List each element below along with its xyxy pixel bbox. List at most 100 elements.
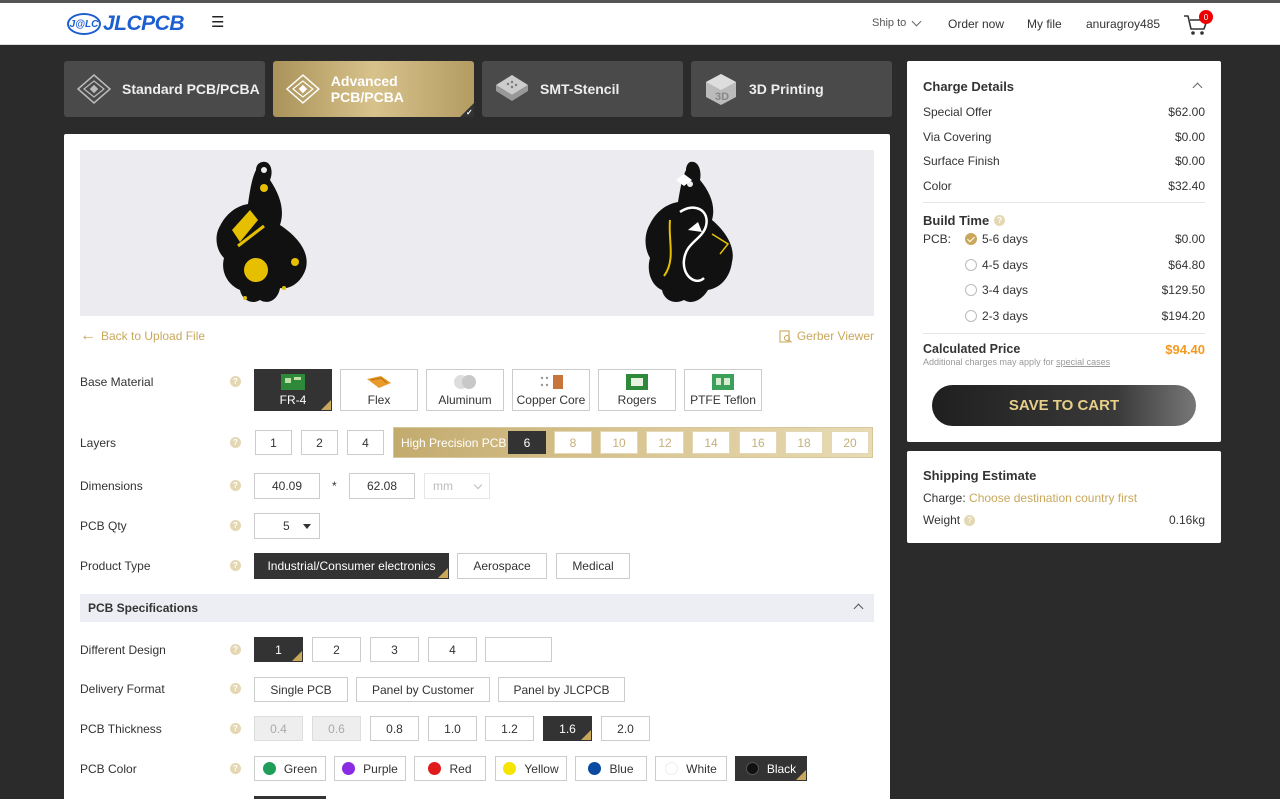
ptfe-teflon-icon: [712, 374, 734, 390]
hamburger-menu-icon[interactable]: ☰: [211, 15, 227, 30]
radio-icon: [965, 284, 977, 296]
color-red[interactable]: Red: [414, 756, 486, 781]
layer-option-20[interactable]: 20: [831, 431, 869, 454]
dimensions-label: Dimensions: [80, 479, 143, 493]
high-precision-pcb-group: High Precision PCB 6 8 10 12 14 16 18 20: [393, 427, 873, 458]
gerber-viewer-icon: [779, 329, 792, 343]
layer-option-6[interactable]: 6: [508, 431, 546, 454]
tab-3d-printing[interactable]: 3D 3D Printing: [691, 61, 892, 117]
color-black[interactable]: Black: [735, 756, 807, 781]
design-option-1[interactable]: 1: [254, 637, 303, 662]
dimension-height-input[interactable]: 62.08: [349, 473, 415, 499]
material-label: Aluminum: [438, 393, 492, 407]
my-file-link[interactable]: My file: [1027, 17, 1062, 31]
layer-option-14[interactable]: 14: [692, 431, 730, 454]
color-green[interactable]: Green: [254, 756, 326, 781]
thickness-1-6[interactable]: 1.6: [543, 716, 592, 741]
thickness-0-4[interactable]: 0.4: [254, 716, 303, 741]
material-rogers[interactable]: Rogers: [598, 369, 676, 411]
ship-to-dropdown[interactable]: Ship to: [872, 16, 922, 29]
color-label: Blue: [609, 761, 634, 776]
tab-advanced-pcb[interactable]: Advanced PCB/PCBA ✓: [273, 61, 474, 117]
help-icon[interactable]: ?: [230, 644, 241, 655]
back-to-upload-link[interactable]: ← Back to Upload File: [80, 328, 205, 344]
delivery-single-pcb[interactable]: Single PCB: [254, 677, 348, 702]
help-icon[interactable]: ?: [964, 514, 976, 526]
gerber-viewer-link[interactable]: Gerber Viewer: [779, 329, 874, 343]
help-icon[interactable]: ?: [230, 376, 241, 387]
weight-value: 0.16kg: [1168, 513, 1205, 527]
thickness-2-0[interactable]: 2.0: [601, 716, 650, 741]
layer-option-8[interactable]: 8: [554, 431, 592, 454]
help-icon[interactable]: ?: [230, 723, 241, 734]
delivery-panel-by-jlcpcb[interactable]: Panel by JLCPCB: [498, 677, 625, 702]
base-material-label: Base Material: [80, 375, 154, 389]
chevron-up-icon[interactable]: [1192, 82, 1203, 93]
material-label: FR-4: [279, 393, 307, 407]
pcb-specifications-header[interactable]: PCB Specifications: [80, 594, 874, 622]
color-purple[interactable]: Purple: [334, 756, 406, 781]
jlcpcb-logo[interactable]: J@LC JLCPCB: [67, 11, 185, 37]
product-tabs: Standard PCB/PCBA Advanced PCB/PCBA ✓ SM…: [64, 61, 892, 117]
dimension-width-input[interactable]: 40.09: [254, 473, 320, 499]
dimension-unit-select[interactable]: mm: [424, 473, 490, 499]
design-option-3[interactable]: 3: [370, 637, 419, 662]
layer-option-16[interactable]: 16: [739, 431, 777, 454]
design-option-2[interactable]: 2: [312, 637, 361, 662]
option-label: 1.6: [559, 721, 576, 736]
design-option-4[interactable]: 4: [428, 637, 477, 662]
material-copper-core[interactable]: Copper Core: [512, 369, 590, 411]
username-link[interactable]: anuragroy485: [1086, 17, 1160, 31]
cart-button[interactable]: 0: [1183, 10, 1213, 38]
ship-to-label: Ship to: [872, 17, 907, 29]
product-type-industrial[interactable]: Industrial/Consumer electronics: [254, 553, 449, 579]
material-label: Rogers: [617, 393, 657, 407]
layer-option-12[interactable]: 12: [646, 431, 684, 454]
layer-option-4[interactable]: 4: [347, 430, 384, 455]
3d-printing-icon: 3D: [706, 74, 736, 105]
layer-option-10[interactable]: 10: [600, 431, 638, 454]
color-label: Yellow: [524, 761, 559, 776]
pcb-qty-select[interactable]: 5: [254, 513, 320, 539]
design-custom-input[interactable]: [485, 637, 552, 662]
help-icon[interactable]: ?: [994, 215, 1006, 226]
material-fr4[interactable]: FR-4: [254, 369, 332, 411]
color-swatch: [503, 762, 517, 775]
save-to-cart-button[interactable]: SAVE TO CART: [932, 385, 1196, 426]
order-now-link[interactable]: Order now: [948, 17, 1004, 31]
tab-smt-stencil[interactable]: SMT-Stencil: [482, 61, 683, 117]
color-yellow[interactable]: Yellow: [495, 756, 567, 781]
help-icon[interactable]: ?: [230, 683, 241, 694]
layer-option-2[interactable]: 2: [301, 430, 338, 455]
pcb-preview-image: [216, 161, 733, 302]
logo-text: JLCPCB: [103, 12, 185, 35]
choose-destination-link[interactable]: Choose destination country first: [969, 491, 1137, 505]
color-blue[interactable]: Blue: [575, 756, 647, 781]
layer-option-18[interactable]: 18: [785, 431, 823, 454]
help-icon[interactable]: ?: [230, 763, 241, 774]
color-swatch: [428, 762, 442, 775]
product-type-aerospace[interactable]: Aerospace: [457, 553, 547, 579]
thickness-0-8[interactable]: 0.8: [370, 716, 419, 741]
material-flex[interactable]: Flex: [340, 369, 418, 411]
material-ptfe-teflon[interactable]: PTFE Teflon: [684, 369, 762, 411]
material-aluminum[interactable]: Aluminum: [426, 369, 504, 411]
thickness-0-6[interactable]: 0.6: [312, 716, 361, 741]
thickness-1-2[interactable]: 1.2: [485, 716, 534, 741]
thickness-1-0[interactable]: 1.0: [428, 716, 477, 741]
material-label: Copper Core: [516, 393, 586, 407]
help-icon[interactable]: ?: [230, 480, 241, 491]
build-option-label: 4-5 days: [982, 258, 1029, 272]
note-text: Additional charges may apply for: [923, 357, 1054, 367]
help-icon[interactable]: ?: [230, 520, 241, 531]
tab-standard-pcb[interactable]: Standard PCB/PCBA: [64, 61, 265, 117]
build-option-label: 5-6 days: [982, 232, 1029, 246]
color-white[interactable]: White: [655, 756, 727, 781]
layer-option-1[interactable]: 1: [255, 430, 292, 455]
help-icon[interactable]: ?: [230, 437, 241, 448]
product-type-medical[interactable]: Medical: [556, 553, 630, 579]
delivery-panel-by-customer[interactable]: Panel by Customer: [356, 677, 490, 702]
special-cases-link[interactable]: special cases: [1056, 357, 1110, 367]
charge-value: $62.00: [1168, 105, 1205, 119]
help-icon[interactable]: ?: [230, 560, 241, 571]
